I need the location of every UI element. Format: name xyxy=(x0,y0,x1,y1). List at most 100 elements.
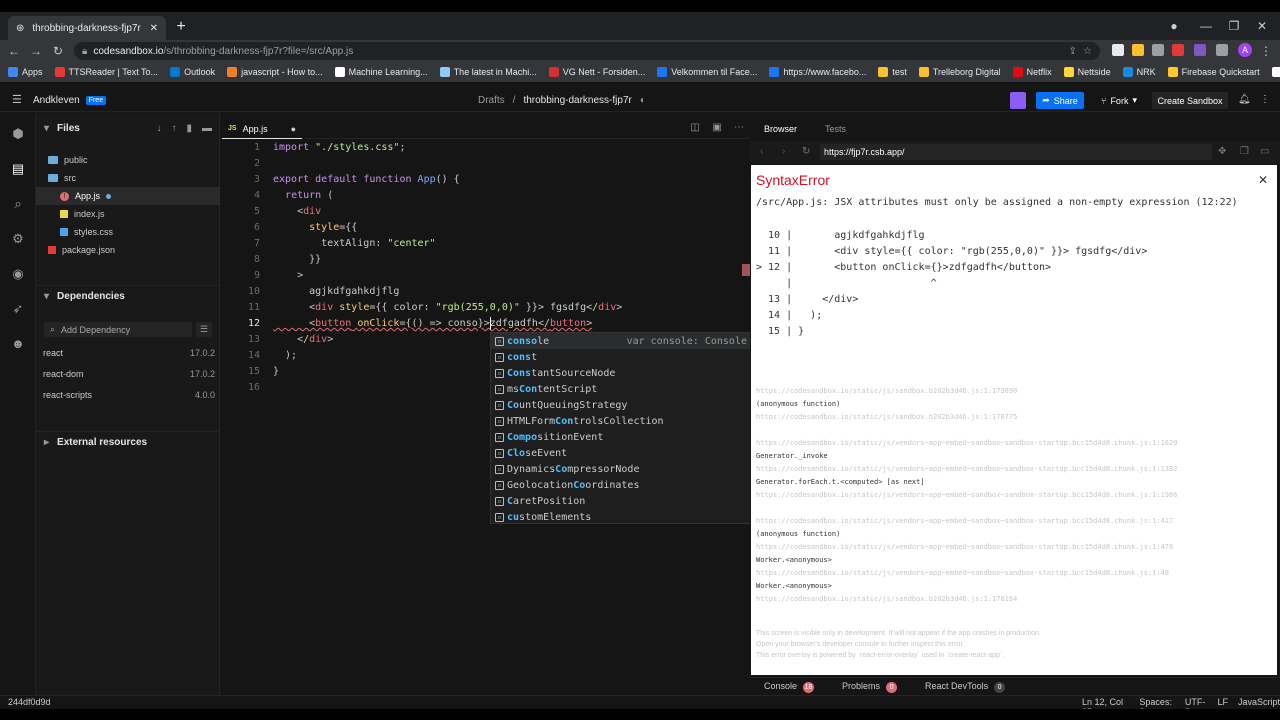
forward-icon[interactable]: › xyxy=(782,146,785,157)
bookmark-item[interactable]: VG Nett - Forsiden... xyxy=(548,67,645,77)
bookmark-item[interactable]: Trelleborg Digital xyxy=(918,67,1001,77)
preview-url[interactable]: https://fjp7r.csb.app/ xyxy=(820,144,1212,160)
devtools-tab[interactable]: React DevTools 0 xyxy=(925,681,1006,693)
bookmark-item[interactable]: Outlook xyxy=(170,67,215,77)
editor-tab-app-js[interactable]: JS App.js ● xyxy=(222,119,302,139)
bookmark-item[interactable]: Velkommen til Face... xyxy=(657,67,757,77)
stack-source[interactable]: https://codesandbox.io/static/js/vendors… xyxy=(756,437,1271,450)
bookmark-item[interactable]: Nettside xyxy=(1063,67,1111,77)
more-icon[interactable]: ⋯ xyxy=(732,122,746,136)
suggestion-item[interactable]: ▫ customElements xyxy=(491,509,767,525)
tab-tests[interactable]: Tests xyxy=(811,119,860,139)
suggestion-item[interactable]: ▫ CloseEvent xyxy=(491,445,767,461)
kebab-menu-icon[interactable]: ⋮ xyxy=(1258,43,1274,59)
close-window-icon[interactable]: ✕ xyxy=(1252,16,1272,36)
devtools-tab[interactable]: Problems 0 xyxy=(842,681,898,693)
dependency-item[interactable]: react 17.0.2 xyxy=(43,348,215,364)
bookmark-item[interactable]: Netflix xyxy=(1012,67,1052,77)
bookmark-item[interactable]: NRK xyxy=(1122,67,1156,77)
bookmark-item[interactable]: Apps xyxy=(8,67,43,77)
file-tree-item[interactable]: index.js xyxy=(36,205,220,223)
forward-icon[interactable]: → xyxy=(28,43,44,59)
github-icon[interactable]: ◉ xyxy=(10,266,26,282)
add-dependency-input[interactable]: ⌕ Add Dependency xyxy=(44,322,192,337)
split-view-icon[interactable]: ◫ xyxy=(688,122,702,136)
bookmark-item[interactable]: The latest in Machi... xyxy=(439,67,537,77)
suggestion-item[interactable]: ▫ CompositionEvent xyxy=(491,429,767,445)
dependency-item[interactable]: react-dom 17.0.2 xyxy=(43,369,215,385)
bookmark-item[interactable]: TTSReader | Text To... xyxy=(54,67,158,77)
search-icon[interactable]: ⌕ xyxy=(10,196,26,212)
suggestion-item[interactable]: ▫ HTMLFormControlsCollection xyxy=(491,413,767,429)
unsaved-dot-icon[interactable]: ● xyxy=(291,124,296,134)
dependencies-section-header[interactable]: ▾ Dependencies xyxy=(36,285,220,307)
share-page-icon[interactable]: ⇪ xyxy=(1069,46,1077,57)
bookmark-item[interactable]: Firebase Quickstart xyxy=(1167,67,1260,77)
autocomplete-suggestions[interactable]: ▫consolevar console: Consolei▫const▫Cons… xyxy=(490,332,768,524)
minimize-icon[interactable]: — xyxy=(1196,16,1216,36)
file-tree-item[interactable]: ! App.js xyxy=(36,187,220,205)
sort-down-icon[interactable]: ↓ xyxy=(156,123,161,134)
upload-icon[interactable]: ↑ xyxy=(171,123,176,134)
bookmark-item[interactable]: test xyxy=(878,67,907,77)
suggestion-item[interactable]: ▫ DynamicsCompressorNode xyxy=(491,461,767,477)
stack-source[interactable]: https://codesandbox.io/static/js/vendors… xyxy=(756,515,1271,528)
files-section-header[interactable]: ▾ Files ↓ ↑ ▮ ▬ xyxy=(36,117,220,139)
gear-icon[interactable]: ⚙ xyxy=(10,231,26,247)
stack-source[interactable]: https://codesandbox.io/static/js/sandbox… xyxy=(756,593,1271,606)
reload-icon[interactable]: ↻ xyxy=(50,43,66,59)
privacy-icon[interactable]: ◐ xyxy=(640,95,646,106)
extension-icon[interactable] xyxy=(1132,44,1144,56)
back-icon[interactable]: ← xyxy=(6,43,22,59)
files-icon[interactable]: ▤ xyxy=(10,161,26,177)
workspace-brand[interactable]: Andkleven Free xyxy=(33,95,107,106)
more-icon[interactable]: ⋮ xyxy=(1260,94,1270,105)
browser-tab[interactable]: ⊛ throbbing-darkness-fjp7r - Code ✕ xyxy=(8,16,166,40)
reload-icon[interactable]: ↻ xyxy=(802,146,810,157)
bell-icon[interactable]: 🔔︎ xyxy=(1238,94,1251,105)
sandbox-name[interactable]: throbbing-darkness-fjp7r xyxy=(523,95,631,106)
crosshair-icon[interactable]: ✥ xyxy=(1218,146,1226,157)
suggestion-item[interactable]: ▫consolevar console: Consolei xyxy=(491,333,767,349)
stack-source[interactable]: https://codesandbox.io/static/js/vendors… xyxy=(756,463,1271,476)
suggestion-item[interactable]: ▫ GeolocationCoordinates xyxy=(491,477,767,493)
new-folder-icon[interactable]: ▬ xyxy=(202,123,212,134)
close-tab-icon[interactable]: ✕ xyxy=(150,23,158,34)
close-icon[interactable]: ✕ xyxy=(1258,173,1268,187)
users-icon[interactable]: ☻ xyxy=(10,336,26,352)
stack-source[interactable]: https://codesandbox.io/static/js/sandbox… xyxy=(756,385,1271,398)
layout-icon[interactable]: ▣ xyxy=(710,122,724,136)
suggestion-item[interactable]: ▫ CountQueuingStrategy xyxy=(491,397,767,413)
create-sandbox-button[interactable]: Create Sandbox xyxy=(1152,92,1228,109)
file-tree-item[interactable]: styles.css xyxy=(36,223,220,241)
stack-source[interactable]: https://codesandbox.io/static/js/sandbox… xyxy=(756,411,1271,424)
extension-icon[interactable] xyxy=(1172,44,1184,56)
suggestion-item[interactable]: ▫ msContentScript xyxy=(491,381,767,397)
devtools-tab[interactable]: Console 18 xyxy=(764,681,815,693)
list-icon[interactable]: ☰ xyxy=(196,322,212,337)
fork-button[interactable]: ⑂ Fork ▾ xyxy=(1094,92,1144,109)
window-icon[interactable]: ▭ xyxy=(1260,146,1269,157)
file-tree-item[interactable]: public xyxy=(36,151,220,169)
rocket-icon[interactable]: ➶ xyxy=(10,301,26,317)
stack-source[interactable]: https://codesandbox.io/static/js/vendors… xyxy=(756,567,1271,580)
copy-icon[interactable]: ❐ xyxy=(1240,146,1249,157)
breadcrumb-folder[interactable]: Drafts xyxy=(478,95,505,106)
external-resources-header[interactable]: ▸ External resources xyxy=(36,431,220,453)
extension-icon[interactable] xyxy=(1194,44,1206,56)
suggestion-item[interactable]: ▫ const xyxy=(491,349,767,365)
maximize-icon[interactable]: ❐ xyxy=(1224,16,1244,36)
bookmark-item[interactable]: javascript - How to... xyxy=(227,67,323,77)
address-bar[interactable]: 🔒︎ codesandbox.io/s/throbbing-darkness-f… xyxy=(74,42,1100,60)
new-tab-icon[interactable]: + xyxy=(172,18,190,36)
menu-icon[interactable]: ☰ xyxy=(12,94,24,106)
stack-source[interactable]: https://codesandbox.io/static/js/vendors… xyxy=(756,541,1271,554)
bookmark-star-icon[interactable]: ☆ xyxy=(1083,46,1092,57)
extension-icon[interactable] xyxy=(1112,44,1124,56)
live-icon[interactable] xyxy=(1010,92,1026,109)
share-button[interactable]: ➦ Share xyxy=(1036,92,1084,109)
suggestion-item[interactable]: ▫ ConstantSourceNode xyxy=(491,365,767,381)
stack-source[interactable]: https://codesandbox.io/static/js/vendors… xyxy=(756,489,1271,502)
extension-icon[interactable] xyxy=(1152,44,1164,56)
bookmark-item[interactable]: Canvas xyxy=(1271,67,1280,77)
